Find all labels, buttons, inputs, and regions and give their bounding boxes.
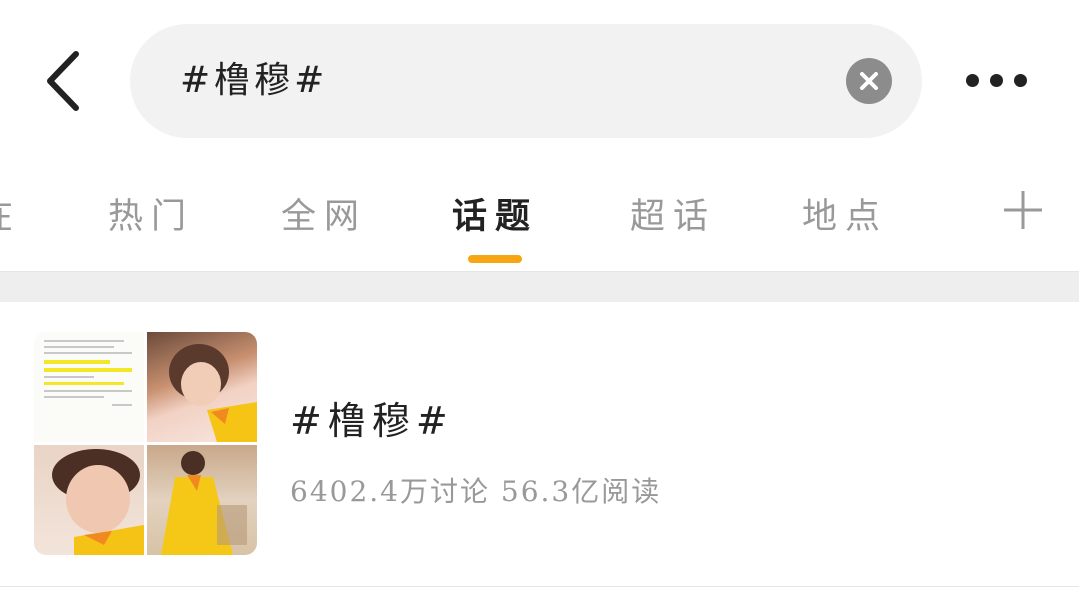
back-button[interactable] <box>40 48 90 114</box>
thumbnail-document-image <box>34 332 144 442</box>
more-icon-dot <box>990 74 1003 87</box>
divider <box>0 586 1079 587</box>
clear-search-button[interactable] <box>846 58 892 104</box>
tab-locations[interactable]: 地点 <box>802 188 888 239</box>
tab-topics[interactable]: 话题 <box>452 188 538 239</box>
topic-title: #橹穆# <box>290 399 454 443</box>
thumbnail-photo <box>147 332 257 442</box>
thumbnail-photo <box>34 445 144 555</box>
active-tab-indicator <box>468 255 522 263</box>
search-input[interactable]: #橹穆# <box>130 24 922 138</box>
tab-hot[interactable]: 热门 <box>108 188 194 239</box>
tab-super-topics[interactable]: 超话 <box>630 188 716 239</box>
more-icon-dot <box>966 74 979 87</box>
search-tabs: 在 热门 全网 话题 超话 地点 <box>0 170 1079 270</box>
tab-web[interactable]: 全网 <box>281 188 367 239</box>
plus-icon <box>1004 191 1042 229</box>
thumbnail-photo <box>147 445 257 555</box>
back-arrow-icon <box>47 51 79 111</box>
clear-icon <box>860 72 878 90</box>
topic-result-item[interactable]: #橹穆# 6402.4万讨论 56.3亿阅读 <box>0 302 1079 584</box>
section-separator <box>0 272 1079 302</box>
search-query-text: #橹穆# <box>180 60 329 101</box>
header-bar: #橹穆# <box>0 0 1079 160</box>
topic-stats: 6402.4万讨论 56.3亿阅读 <box>290 475 662 508</box>
tab-partial[interactable]: 在 <box>0 188 21 239</box>
more-icon-dot <box>1014 74 1027 87</box>
more-options-button[interactable] <box>960 60 1032 100</box>
add-tab-button[interactable] <box>1002 189 1044 231</box>
topic-thumbnail <box>34 332 257 555</box>
